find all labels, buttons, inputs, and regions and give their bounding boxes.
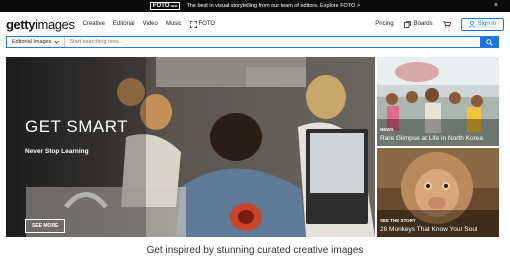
foto-brackets-icon — [189, 20, 197, 28]
search-icon — [485, 38, 493, 46]
logo-light: images — [35, 16, 75, 32]
see-more-button[interactable]: SEE MORE — [25, 219, 66, 233]
nav-link-video[interactable]: Video — [143, 21, 158, 27]
nav-links: Creative Editorial Video Music FOTO — [83, 20, 216, 28]
search-input[interactable] — [65, 37, 480, 47]
tile-caption-monkeys: 28 Monkeys That Know Your Soul — [380, 226, 478, 233]
monkey-photo — [377, 148, 499, 237]
boards-link[interactable]: Boards — [403, 20, 433, 28]
pricing-link[interactable]: Pricing — [375, 21, 393, 27]
gettyimages-logo[interactable]: gettyimages — [6, 17, 75, 32]
feature-tile-north-korea[interactable]: NEWS Rare Glimpse at Life in North Korea — [377, 57, 499, 146]
search-bar: Editorial Images — [6, 36, 499, 48]
tile-tag-news: NEWS — [380, 127, 394, 132]
nav-link-editorial[interactable]: Editorial — [113, 21, 135, 27]
tile-caption-north-korea: Rare Glimpse at Life in North Korea — [380, 135, 483, 142]
logo-bold: getty — [6, 16, 36, 32]
nav-link-foto[interactable]: FOTO — [189, 20, 216, 28]
close-icon[interactable]: × — [494, 0, 498, 12]
foto-logo-text: FOTO — [152, 3, 170, 9]
signin-button[interactable]: Sign in — [460, 17, 504, 31]
user-icon — [468, 20, 475, 28]
inspiration-tagline: Get inspired by stunning curated creativ… — [146, 245, 364, 256]
hero-photo — [6, 57, 375, 237]
boards-icon — [403, 20, 411, 28]
foto-logo: FOTO NEW — [149, 2, 181, 10]
tile-tag-see-the-story: SEE THE STORY — [380, 218, 416, 223]
hero-title: GET SMART — [25, 117, 129, 136]
signin-label: Sign in — [477, 21, 496, 27]
nav-link-foto-label: FOTO — [198, 21, 216, 27]
hero-subtitle: Never Stop Learning — [25, 148, 89, 155]
nav-right: Pricing Boards Sign in — [375, 17, 504, 31]
feature-tile-monkeys[interactable]: SEE THE STORY 28 Monkeys That Know Your … — [377, 148, 499, 237]
search-button[interactable] — [480, 37, 498, 47]
chevron-down-icon — [54, 40, 60, 44]
nav-link-creative[interactable]: Creative — [83, 21, 105, 27]
foto-logo-new: NEW — [170, 4, 178, 8]
promo-banner[interactable]: FOTO NEW The best in visual storytelling… — [0, 0, 510, 12]
cart-button[interactable] — [442, 20, 451, 28]
cart-icon — [442, 20, 451, 28]
hero-banner[interactable]: GET SMART Never Stop Learning SEE MORE — [6, 57, 375, 237]
nav-link-music[interactable]: Music — [166, 21, 182, 27]
main-nav: gettyimages Creative Editorial Video Mus… — [0, 12, 510, 36]
boards-label: Boards — [413, 21, 433, 27]
search-filter-label: Editorial Images — [12, 39, 52, 45]
north-korea-photo — [377, 57, 499, 146]
promo-text[interactable]: The best in visual storytelling from our… — [186, 3, 360, 9]
search-filter-dropdown[interactable]: Editorial Images — [7, 37, 66, 47]
